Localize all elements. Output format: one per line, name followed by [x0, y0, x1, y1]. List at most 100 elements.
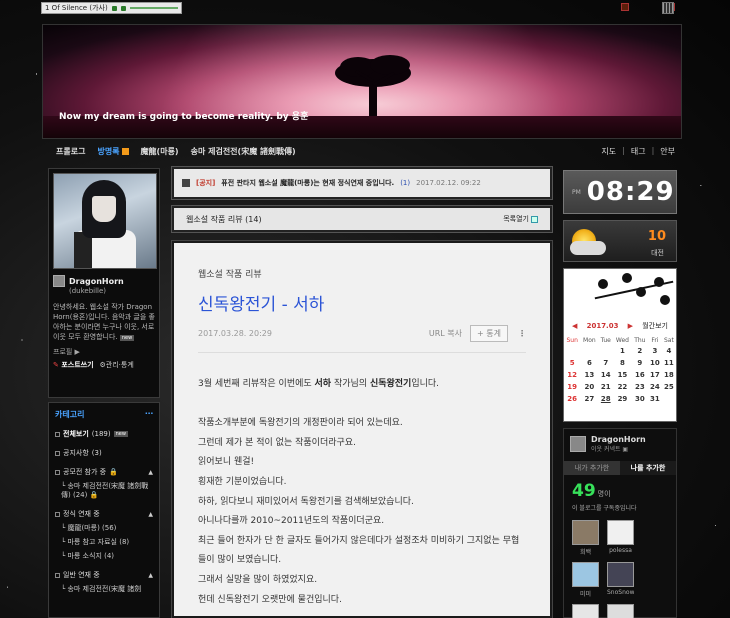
progress-bar[interactable]: [129, 7, 178, 9]
calendar-day[interactable]: 2: [632, 345, 648, 357]
music-player[interactable]: 1 Of Silence (가사): [41, 2, 182, 14]
calendar-day[interactable]: 24: [648, 381, 662, 393]
menu-maryong[interactable]: 魔龍(마룡): [141, 146, 179, 157]
calendar-day[interactable]: 26: [564, 393, 580, 405]
profile-name[interactable]: DragonHorn: [69, 277, 124, 286]
calendar-day[interactable]: 15: [613, 369, 632, 381]
calendar-day[interactable]: 14: [598, 369, 613, 381]
follower-avatar-image: [607, 562, 634, 587]
menu-greeting[interactable]: 안부: [660, 146, 675, 157]
calendar-day[interactable]: 4: [662, 345, 676, 357]
calendar-day[interactable]: 29: [613, 393, 632, 405]
calendar-day[interactable]: 8: [613, 357, 632, 369]
profile-name-row: DragonHorn: [53, 275, 155, 287]
post-paragraph: 3월 세번째 리뷰작은 이번에도 서하 작가님의 신독왕전기입니다.: [198, 375, 526, 395]
calendar-day[interactable]: 17: [648, 369, 662, 381]
collapse-icon[interactable]: ▲: [148, 511, 153, 518]
post-category[interactable]: 웹소설 작품 리뷰: [198, 267, 526, 280]
next-month-icon[interactable]: ▶: [628, 322, 633, 330]
calendar-day[interactable]: 3: [648, 345, 662, 357]
follower-name: SnoSnow: [607, 589, 634, 596]
more-icon[interactable]: ⋮: [518, 329, 526, 338]
category-item-songma-2[interactable]: └ 송마 제검전전(宋魔 諸劍: [55, 585, 153, 594]
calendar-day[interactable]: 5: [564, 357, 580, 369]
lock-icon: 🔒: [89, 491, 99, 499]
follower-item[interactable]: polessa: [607, 520, 634, 556]
calendar-day[interactable]: 27: [580, 393, 598, 405]
menu-guestbook[interactable]: 방명록: [97, 146, 129, 157]
category-count: (189): [91, 430, 111, 438]
calendar-day[interactable]: 13: [580, 369, 598, 381]
profile-image[interactable]: [53, 173, 157, 269]
category-item-notice[interactable]: 공지사항 (3): [55, 448, 153, 458]
manage-button[interactable]: ⚙관리·통계: [100, 360, 134, 370]
menu-map[interactable]: 지도: [601, 146, 616, 157]
calendar-day[interactable]: 7: [598, 357, 613, 369]
category-item-all[interactable]: 전체보기 (189) new: [55, 429, 153, 439]
category-item-contest[interactable]: 공모전 참가 중 🔒 ▲: [55, 467, 153, 477]
calendar-day[interactable]: 22: [613, 381, 632, 393]
collapse-icon[interactable]: ▲: [148, 572, 153, 579]
collapse-icon[interactable]: ▲: [148, 469, 153, 476]
post-title[interactable]: 신독왕전기 - 서하: [198, 290, 526, 315]
calendar-day[interactable]: 6: [580, 357, 598, 369]
calendar-day[interactable]: 23: [632, 381, 648, 393]
weather-location: 대전: [651, 249, 664, 257]
notice-text[interactable]: 퓨전 판타지 웹소설 魔龍(마룡)는 현재 정식연재 중입니다.: [221, 178, 394, 188]
menu-right: 지도 | 태그 | 안부: [601, 146, 675, 157]
grid-menu-icon[interactable]: [662, 2, 674, 14]
follower-item[interactable]: zelu531: [607, 604, 634, 618]
more-icon[interactable]: ⋯: [145, 409, 153, 420]
calendar-day[interactable]: 11: [662, 357, 676, 369]
category-item-songma[interactable]: └ 송마 제검전전(宋魔 諸劍戰傳) (24) 🔒: [55, 482, 153, 500]
post-paragraph: 헌데 신독왕전기 오랫만에 물건입니다.: [198, 594, 342, 605]
follower-item[interactable]: 호호: [572, 604, 599, 618]
calendar-day[interactable]: 12: [564, 369, 580, 381]
calendar-day[interactable]: 25: [662, 381, 676, 393]
url-copy-button[interactable]: URL 복사: [429, 328, 462, 339]
follower-sub[interactable]: 이웃 커넥트 ▣: [591, 444, 646, 453]
post-paragraph: 그런데 제가 본 적이 없는 작품이더라구요.: [198, 437, 356, 448]
menu-prologue[interactable]: 프롤로그: [56, 146, 85, 157]
category-item-serial[interactable]: 정식 연재 중 ▲: [55, 509, 153, 519]
follower-blog-name[interactable]: DragonHorn: [591, 435, 646, 444]
calendar-day[interactable]: 20: [580, 381, 598, 393]
list-open-button[interactable]: 목록열기: [503, 214, 538, 224]
follower-item[interactable]: 희백: [572, 520, 599, 556]
category-item-general[interactable]: 일반 연재 중 ▲: [55, 570, 153, 580]
calendar-day[interactable]: 1: [613, 345, 632, 357]
notice-bar[interactable]: [공지] 퓨전 판타지 웹소설 魔龍(마룡)는 현재 정식연재 중입니다. (1…: [171, 166, 553, 200]
calendar-day[interactable]: 18: [662, 369, 676, 381]
calendar-day[interactable]: 16: [632, 369, 648, 381]
post-paragraph: 횡재한 기분이었습니다.: [198, 476, 287, 487]
category-item-news[interactable]: └ 마룡 소식지 (4): [55, 552, 153, 561]
calendar-day[interactable]: 19: [564, 381, 580, 393]
menu-songma[interactable]: 송마 제검전전(宋魔 諸劍戰傳): [191, 146, 296, 157]
menu-tag[interactable]: 태그: [631, 146, 646, 157]
calendar-day[interactable]: 30: [632, 393, 648, 405]
weekday-label: Wed: [615, 336, 629, 344]
tab-following[interactable]: 내가 추가한: [564, 461, 620, 475]
stop-icon[interactable]: [120, 5, 126, 11]
clock-widget: PM 08:29: [563, 170, 677, 214]
follower-item[interactable]: SnoSnow: [607, 562, 634, 598]
calendar-day[interactable]: 9: [632, 357, 648, 369]
follower-item[interactable]: 미미: [572, 562, 599, 598]
monthly-view-link[interactable]: 월간보기: [642, 321, 668, 331]
prev-month-icon[interactable]: ◀: [572, 322, 577, 330]
play-icon[interactable]: [111, 5, 117, 11]
stats-button[interactable]: + 통계: [470, 325, 508, 342]
profile-link[interactable]: 프로필 ▶: [53, 347, 155, 357]
follower-avatar-image: [607, 520, 634, 545]
follower-name: polessa: [609, 547, 632, 554]
calendar-day[interactable]: 10: [648, 357, 662, 369]
category-item-reference[interactable]: └ 마룡 참고 자료실 (8): [55, 538, 153, 547]
tab-followers[interactable]: 나를 추가한: [620, 461, 676, 475]
write-post-button[interactable]: ✎ 포스트쓰기: [53, 360, 94, 370]
calendar-day[interactable]: 28: [598, 393, 613, 405]
category-item-maryong[interactable]: └ 魔龍(마룡) (56): [55, 524, 153, 533]
calendar-day[interactable]: 31: [648, 393, 662, 405]
category-count: (3): [91, 449, 102, 457]
calendar-day[interactable]: 21: [598, 381, 613, 393]
dropdown-icon[interactable]: [621, 3, 629, 11]
